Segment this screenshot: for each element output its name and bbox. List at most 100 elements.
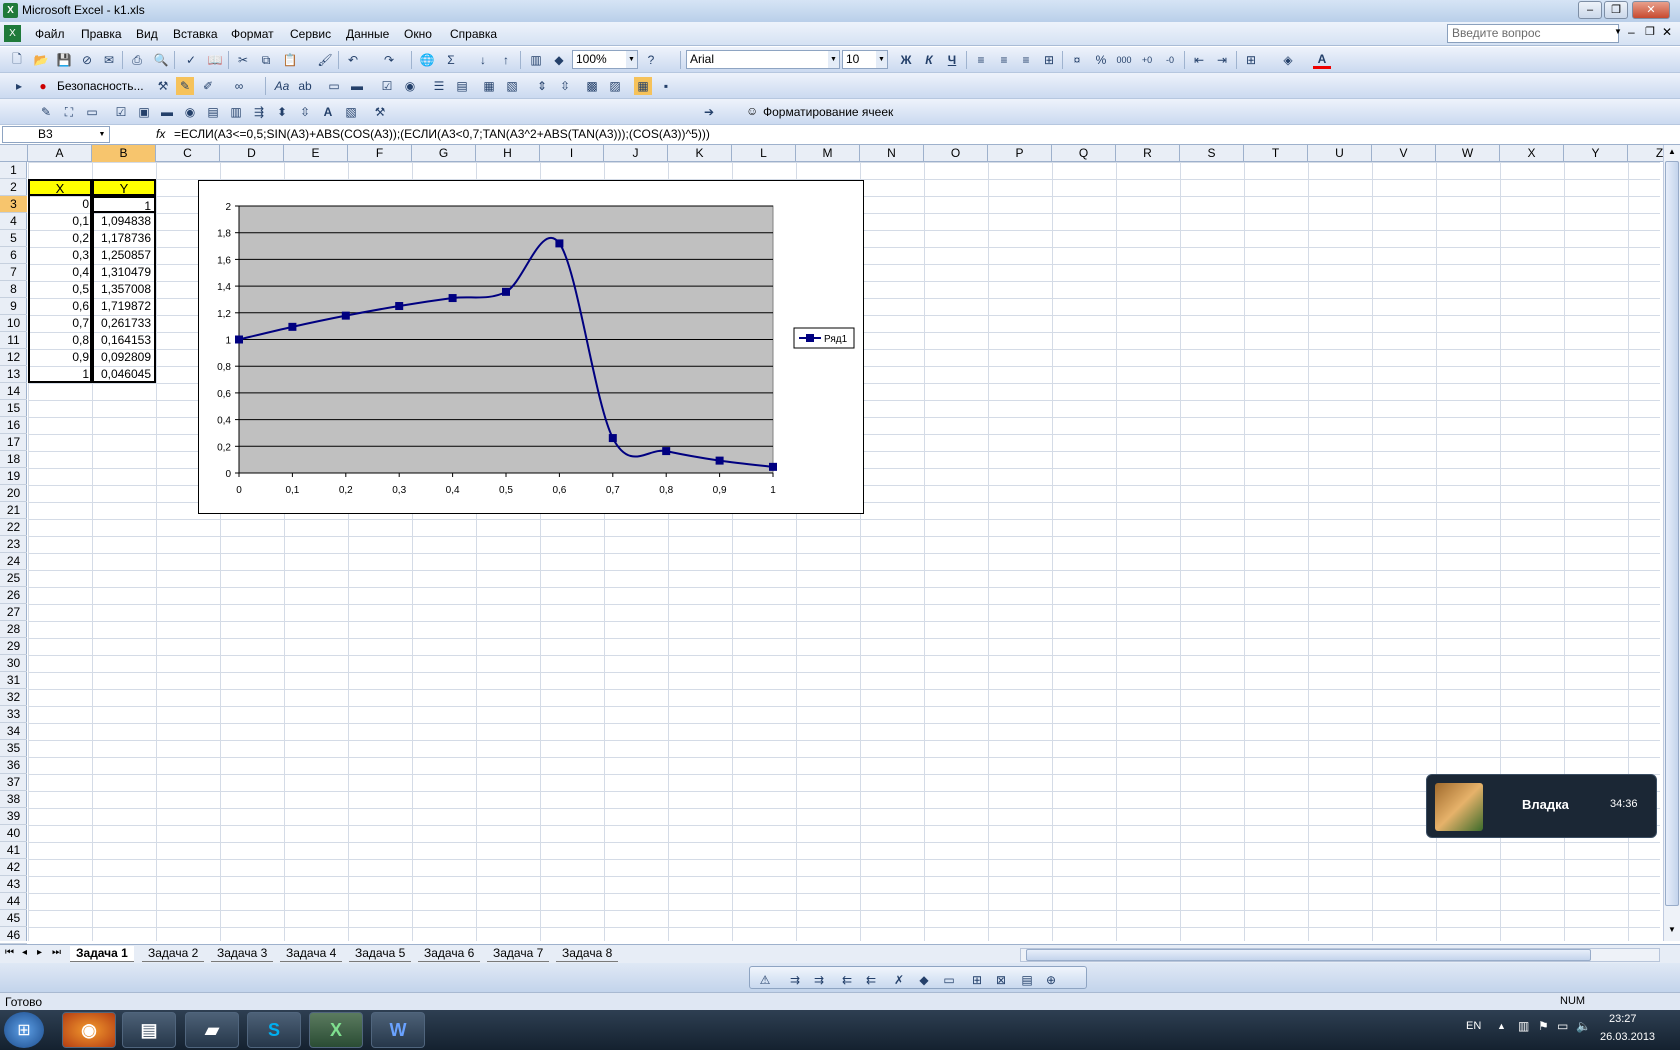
cell-y[interactable]: 1,719872: [92, 298, 156, 315]
chart-wizard-icon[interactable]: ▥: [527, 51, 545, 69]
column-header-h[interactable]: H: [476, 145, 540, 162]
column-header-x[interactable]: X: [1500, 145, 1564, 162]
paste-icon[interactable]: 📋: [281, 51, 299, 69]
zoom-select[interactable]: 100% ▼: [572, 50, 638, 69]
function-icon[interactable]: fx: [156, 127, 165, 141]
research-icon[interactable]: 📖: [206, 51, 224, 69]
first-sheet-icon[interactable]: ⏮: [5, 947, 14, 958]
line-icon[interactable]: ▬: [158, 103, 176, 121]
chevron-down-icon[interactable]: ▼: [1614, 27, 1622, 36]
option-icon[interactable]: ◉: [181, 103, 199, 121]
chevron-down-icon[interactable]: ▼: [95, 127, 109, 142]
format-icon[interactable]: ⇶: [250, 103, 268, 121]
sheet-tab-3[interactable]: Задача 3: [211, 946, 274, 962]
menu-insert[interactable]: Вставка: [173, 27, 218, 41]
sheet-tab-5[interactable]: Задача 5: [349, 946, 412, 962]
clock-time[interactable]: 23:27: [1609, 1013, 1637, 1025]
column-header-c[interactable]: C: [156, 145, 220, 162]
cell-y[interactable]: 1,310479: [92, 264, 156, 281]
print-preview-icon[interactable]: 🔍: [152, 51, 170, 69]
sheet-tab-2[interactable]: Задача 2: [142, 946, 205, 962]
cell-header-x[interactable]: X: [28, 179, 92, 196]
cell-x[interactable]: 0,6: [28, 298, 92, 315]
row-header-46[interactable]: 46: [0, 927, 27, 944]
row-header-17[interactable]: 17: [0, 434, 27, 451]
row-header-34[interactable]: 34: [0, 723, 27, 740]
cell-x[interactable]: 0,7: [28, 315, 92, 332]
label-icon[interactable]: Aa: [273, 77, 291, 95]
security-button[interactable]: Безопасность...: [57, 79, 144, 93]
arrow-right-icon[interactable]: ➔: [700, 103, 718, 121]
control-properties-icon[interactable]: ▩: [583, 77, 601, 95]
column-header-e[interactable]: E: [284, 145, 348, 162]
row-header-37[interactable]: 37: [0, 774, 27, 791]
column-header-k[interactable]: K: [668, 145, 732, 162]
doc-restore-button[interactable]: ❐: [1645, 25, 1655, 38]
drawing-icon[interactable]: ◆: [550, 51, 568, 69]
network-icon[interactable]: ▥: [1518, 1019, 1529, 1033]
skype-icon[interactable]: S: [247, 1012, 301, 1048]
row-header-18[interactable]: 18: [0, 451, 27, 468]
option-icon[interactable]: ◉: [401, 77, 419, 95]
trace-error-icon[interactable]: ◆: [915, 971, 933, 989]
doc-close-button[interactable]: ✕: [1662, 25, 1672, 39]
edit-code-icon[interactable]: ▨: [606, 77, 624, 95]
row-header-13[interactable]: 13: [0, 366, 27, 383]
row-header-31[interactable]: 31: [0, 672, 27, 689]
combo-list-icon[interactable]: ▦: [480, 77, 498, 95]
cell-y[interactable]: 1,094838: [92, 213, 156, 230]
hyperlink-icon[interactable]: 🌐: [418, 51, 436, 69]
row-header-45[interactable]: 45: [0, 910, 27, 927]
font-size-select[interactable]: 10 ▼: [842, 50, 888, 69]
record-icon[interactable]: ●: [34, 77, 52, 95]
cell-y[interactable]: 0,092809: [92, 349, 156, 366]
image-icon[interactable]: ▧: [342, 103, 360, 121]
cell-y[interactable]: 0,164153: [92, 332, 156, 349]
redo-icon[interactable]: ↷: [380, 51, 398, 69]
vertical-scrollbar[interactable]: ▲ ▼: [1663, 145, 1680, 941]
cell-x[interactable]: 0,5: [28, 281, 92, 298]
column-header-a[interactable]: A: [28, 145, 92, 162]
column-header-l[interactable]: L: [732, 145, 796, 162]
row-header-32[interactable]: 32: [0, 689, 27, 706]
display-icon[interactable]: ▭: [1557, 1019, 1568, 1033]
column-header-m[interactable]: M: [796, 145, 860, 162]
last-sheet-icon[interactable]: ⏭: [52, 947, 61, 958]
font-select[interactable]: Arial ▼: [686, 50, 840, 69]
scroll-down-icon[interactable]: ▼: [1668, 925, 1676, 934]
checkbox-icon[interactable]: ☑: [378, 77, 396, 95]
bold-button[interactable]: Ж: [897, 51, 915, 69]
edit-chart-icon[interactable]: ✎: [37, 103, 55, 121]
align-center-icon[interactable]: ≡: [995, 51, 1013, 69]
remove-precedents-icon[interactable]: ⇉: [810, 971, 828, 989]
run-dialog-icon[interactable]: ▪: [657, 77, 675, 95]
scroll-icon[interactable]: ⬍: [273, 103, 291, 121]
menu-format[interactable]: Формат: [231, 27, 274, 41]
italic-button[interactable]: К: [920, 51, 938, 69]
menu-data[interactable]: Данные: [346, 27, 389, 41]
column-header-s[interactable]: S: [1180, 145, 1244, 162]
toggle-grid-icon[interactable]: ▦: [634, 77, 652, 95]
trace-dependents-icon[interactable]: ⇇: [838, 971, 856, 989]
row-header-19[interactable]: 19: [0, 468, 27, 485]
open-icon[interactable]: 📂: [32, 51, 50, 69]
row-header-4[interactable]: 4: [0, 213, 27, 230]
align-right-icon[interactable]: ≡: [1017, 51, 1035, 69]
row-header-22[interactable]: 22: [0, 519, 27, 536]
sort-desc-icon[interactable]: ↑: [497, 51, 515, 69]
sheet-tab-6[interactable]: Задача 6: [418, 946, 481, 962]
row-header-5[interactable]: 5: [0, 230, 27, 247]
cell-y[interactable]: 0,261733: [92, 315, 156, 332]
row-header-8[interactable]: 8: [0, 281, 27, 298]
script-editor-icon[interactable]: ∞: [230, 77, 248, 95]
new-comment-icon[interactable]: ▭: [940, 971, 958, 989]
next-sheet-icon[interactable]: ▸: [37, 947, 42, 958]
menu-tools[interactable]: Сервис: [290, 27, 331, 41]
currency-icon[interactable]: ¤: [1068, 51, 1086, 69]
name-box[interactable]: B3 ▼: [2, 126, 110, 143]
row-header-11[interactable]: 11: [0, 332, 27, 349]
cell-y[interactable]: 1,178736: [92, 230, 156, 247]
row-header-40[interactable]: 40: [0, 825, 27, 842]
decrease-indent-icon[interactable]: ⇤: [1190, 51, 1208, 69]
row-header-30[interactable]: 30: [0, 655, 27, 672]
